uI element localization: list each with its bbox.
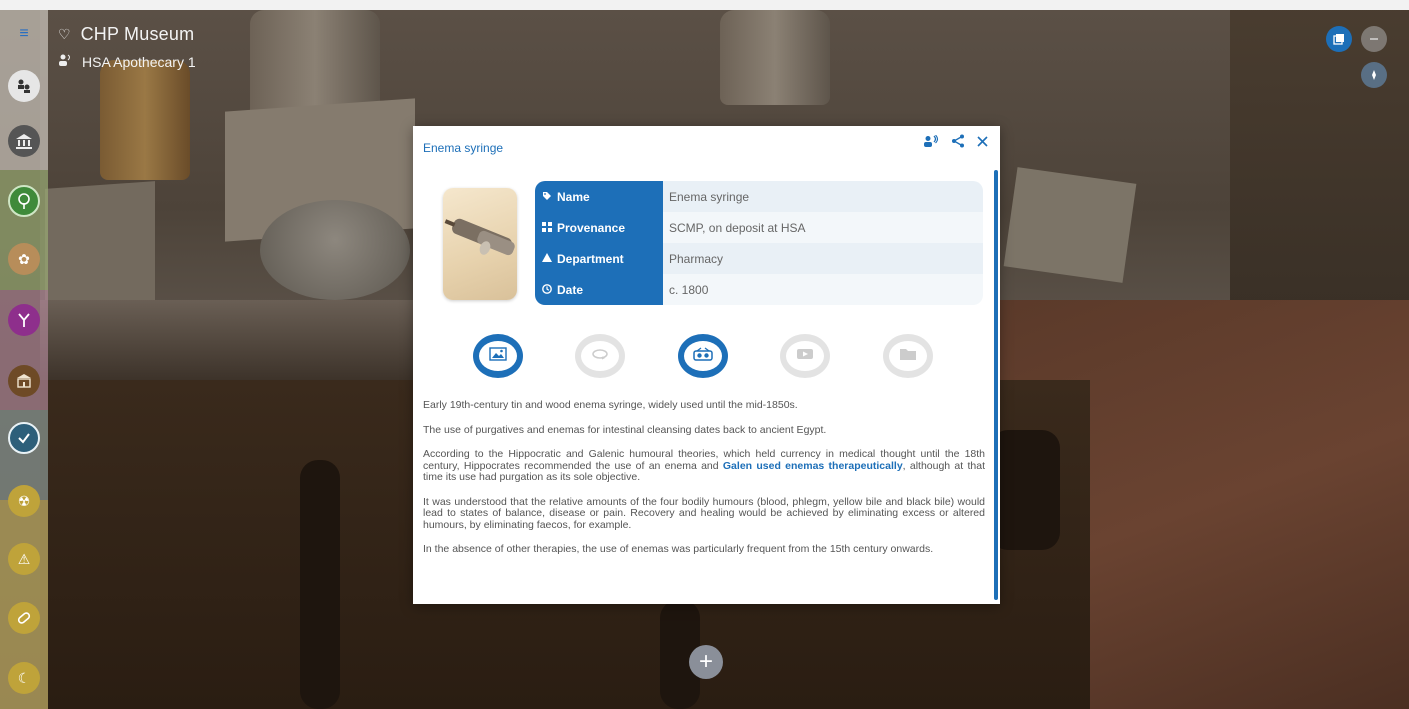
add-button[interactable]: +: [689, 645, 723, 679]
pill-icon[interactable]: [8, 602, 40, 634]
heart-icon[interactable]: ♡: [58, 26, 71, 43]
menu-icon[interactable]: ≡: [8, 18, 40, 50]
description-paragraph: According to the Hippocratic and Galenic…: [423, 448, 985, 483]
flower-icon[interactable]: ✿: [8, 243, 40, 275]
compass-icon[interactable]: [1361, 62, 1387, 88]
minimize-icon[interactable]: [1361, 26, 1387, 52]
video-icon: [796, 347, 814, 366]
department-value: Pharmacy: [663, 243, 983, 274]
share-icon[interactable]: [951, 134, 965, 148]
description-paragraph: It was understood that the relative amou…: [423, 495, 985, 531]
location-name: HSA Apothecary 1: [82, 53, 196, 70]
media-tabs: [473, 334, 933, 378]
modal-title: Enema syringe: [423, 141, 504, 155]
provenance-label: Provenance: [557, 220, 626, 235]
tag-icon: [542, 190, 552, 204]
check-circle-icon[interactable]: [8, 422, 40, 454]
info-row-provenance: Provenance SCMP, on deposit at HSA: [535, 212, 983, 243]
object-detail-modal: Enema syringe Name Enema syringe Provena…: [413, 126, 1000, 604]
object-info-table: Name Enema syringe Provenance SCMP, on d…: [535, 181, 983, 305]
department-label: Department: [557, 251, 624, 266]
object-thumbnail[interactable]: [443, 188, 517, 300]
museum-header: ♡ CHP Museum HSA Apothecary 1: [58, 24, 196, 70]
audio-description-icon[interactable]: [923, 134, 939, 148]
description-paragraph: The use of purgatives and enemas for int…: [423, 423, 827, 436]
glasses-vr-icon: [693, 346, 713, 366]
tab-360-view[interactable]: [575, 334, 625, 378]
branch-icon[interactable]: [8, 304, 40, 336]
tree-icon[interactable]: [8, 185, 40, 217]
object-description: Early 19th-century tin and wood enema sy…: [423, 399, 985, 569]
close-icon[interactable]: [977, 135, 988, 147]
info-row-name: Name Enema syringe: [535, 181, 983, 212]
modal-actions: [923, 134, 988, 148]
radiation-icon[interactable]: ☢: [8, 485, 40, 517]
calendar-icon: [542, 283, 552, 297]
image-icon: [489, 346, 507, 366]
tab-virtual-reality[interactable]: [678, 334, 728, 378]
people-icon[interactable]: [8, 70, 40, 102]
tab-documents[interactable]: [883, 334, 933, 378]
folder-icon: [899, 347, 917, 366]
provenance-value: SCMP, on deposit at HSA: [663, 212, 983, 243]
warning-icon[interactable]: ⚠: [8, 543, 40, 575]
name-label: Name: [557, 189, 590, 204]
info-row-date: Date c. 1800: [535, 274, 983, 305]
date-value: c. 1800: [663, 274, 983, 305]
modal-scrollbar[interactable]: [994, 170, 998, 600]
description-paragraph: In the absence of other therapies, the u…: [423, 543, 934, 555]
info-row-department: Department Pharmacy: [535, 243, 983, 274]
moon-icon[interactable]: ☾: [8, 662, 40, 694]
tab-images[interactable]: [473, 334, 523, 378]
gallery-icon[interactable]: [1326, 26, 1352, 52]
name-value: Enema syringe: [663, 181, 983, 212]
sitemap-icon: [542, 221, 552, 235]
rotate-360-icon: [591, 347, 609, 366]
audio-guide-icon[interactable]: [58, 53, 72, 70]
left-toolbar: ≡ ✿ ☢ ⚠ ☾: [0, 10, 48, 709]
date-label: Date: [557, 282, 584, 297]
museum-building-icon[interactable]: [8, 125, 40, 157]
museum-title: CHP Museum: [80, 24, 195, 44]
galen-link[interactable]: Galen used enemas therapeutically: [723, 460, 903, 472]
palace-icon[interactable]: [8, 365, 40, 397]
department-icon: [542, 252, 552, 266]
tab-video[interactable]: [780, 334, 830, 378]
description-paragraph: Early 19th-century tin and wood enema sy…: [423, 399, 798, 411]
